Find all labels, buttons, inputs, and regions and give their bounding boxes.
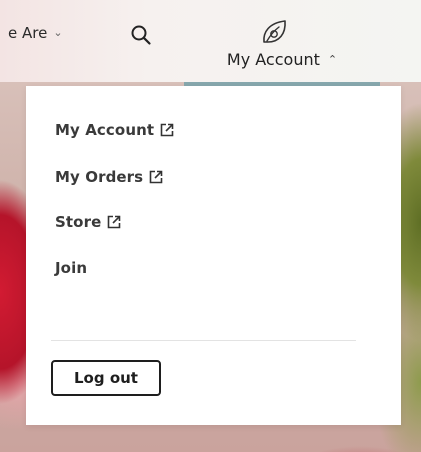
menu-item-label: My Orders [55,168,144,186]
account-dropdown-menu: My Account My Orders Store Join Log out [26,86,401,425]
menu-item-label: My Account [55,121,155,139]
log-out-button[interactable]: Log out [51,360,161,396]
external-link-icon [108,215,121,229]
menu-item-my-account[interactable]: My Account [55,119,174,141]
my-account-toggle-label: My Account [226,50,320,69]
search-icon [131,25,151,45]
search-button[interactable] [126,20,156,50]
top-navigation-bar: e Are ⌄ My Account ⌃ [0,0,421,82]
menu-item-label: Store [55,213,102,231]
external-link-icon [149,170,163,184]
menu-divider [51,340,356,341]
chevron-up-icon: ⌃ [327,53,338,66]
nav-item-who-we-are[interactable]: e Are ⌄ [8,22,63,44]
menu-item-store[interactable]: Store [55,211,121,233]
leaf-icon [263,20,286,43]
chevron-down-icon: ⌄ [53,25,63,39]
menu-item-my-orders[interactable]: My Orders [55,166,163,188]
menu-item-label: Join [55,259,88,277]
external-link-icon [160,123,174,137]
my-account-toggle[interactable]: My Account ⌃ [184,0,380,86]
menu-item-join[interactable]: Join [55,257,87,279]
nav-item-who-we-are-label: e Are [8,24,48,42]
